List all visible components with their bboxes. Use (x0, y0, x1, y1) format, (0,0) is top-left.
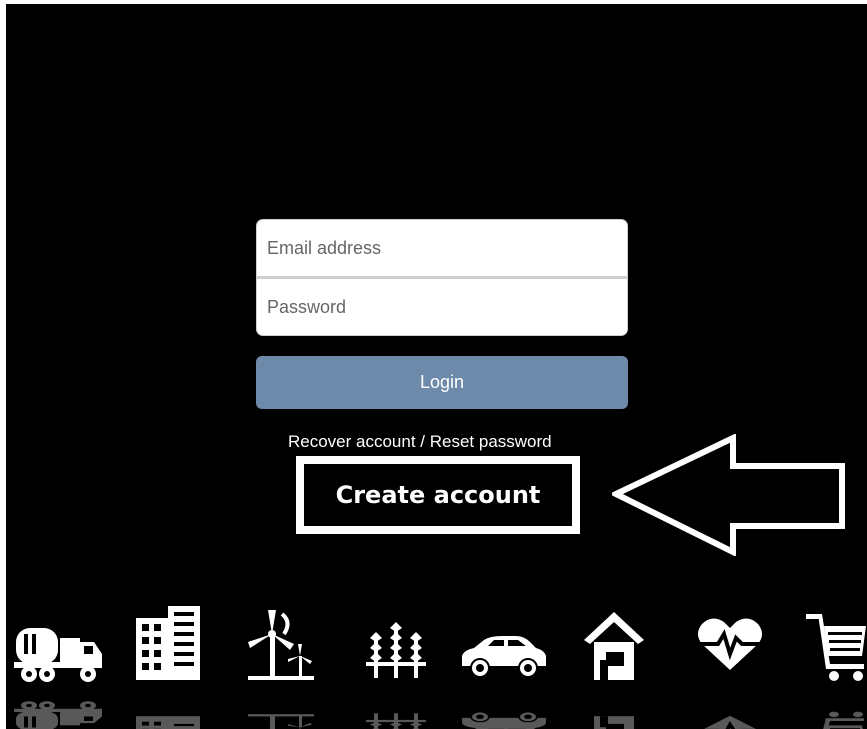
create-account-label: Create account (335, 481, 541, 509)
cement-truck-icon (14, 604, 106, 729)
recover-account-link[interactable]: Recover account / Reset password (288, 432, 552, 452)
login-button[interactable]: Login (256, 356, 628, 409)
car-icon (458, 604, 548, 729)
house-icon (580, 604, 650, 729)
wind-turbine-icon (244, 604, 320, 729)
credentials-group (256, 219, 628, 336)
login-screen: Login Recover account / Reset password C… (6, 4, 867, 729)
wheat-icon (364, 604, 430, 729)
email-field[interactable] (257, 220, 627, 276)
shopping-cart-icon (804, 604, 867, 729)
password-field[interactable] (257, 279, 627, 335)
left-arrow-icon (612, 434, 845, 556)
login-form: Login (256, 219, 628, 409)
create-account-button[interactable]: Create account (296, 456, 580, 534)
health-heart-icon (696, 604, 766, 729)
building-icon (134, 604, 204, 729)
category-icon-strip (6, 604, 867, 729)
